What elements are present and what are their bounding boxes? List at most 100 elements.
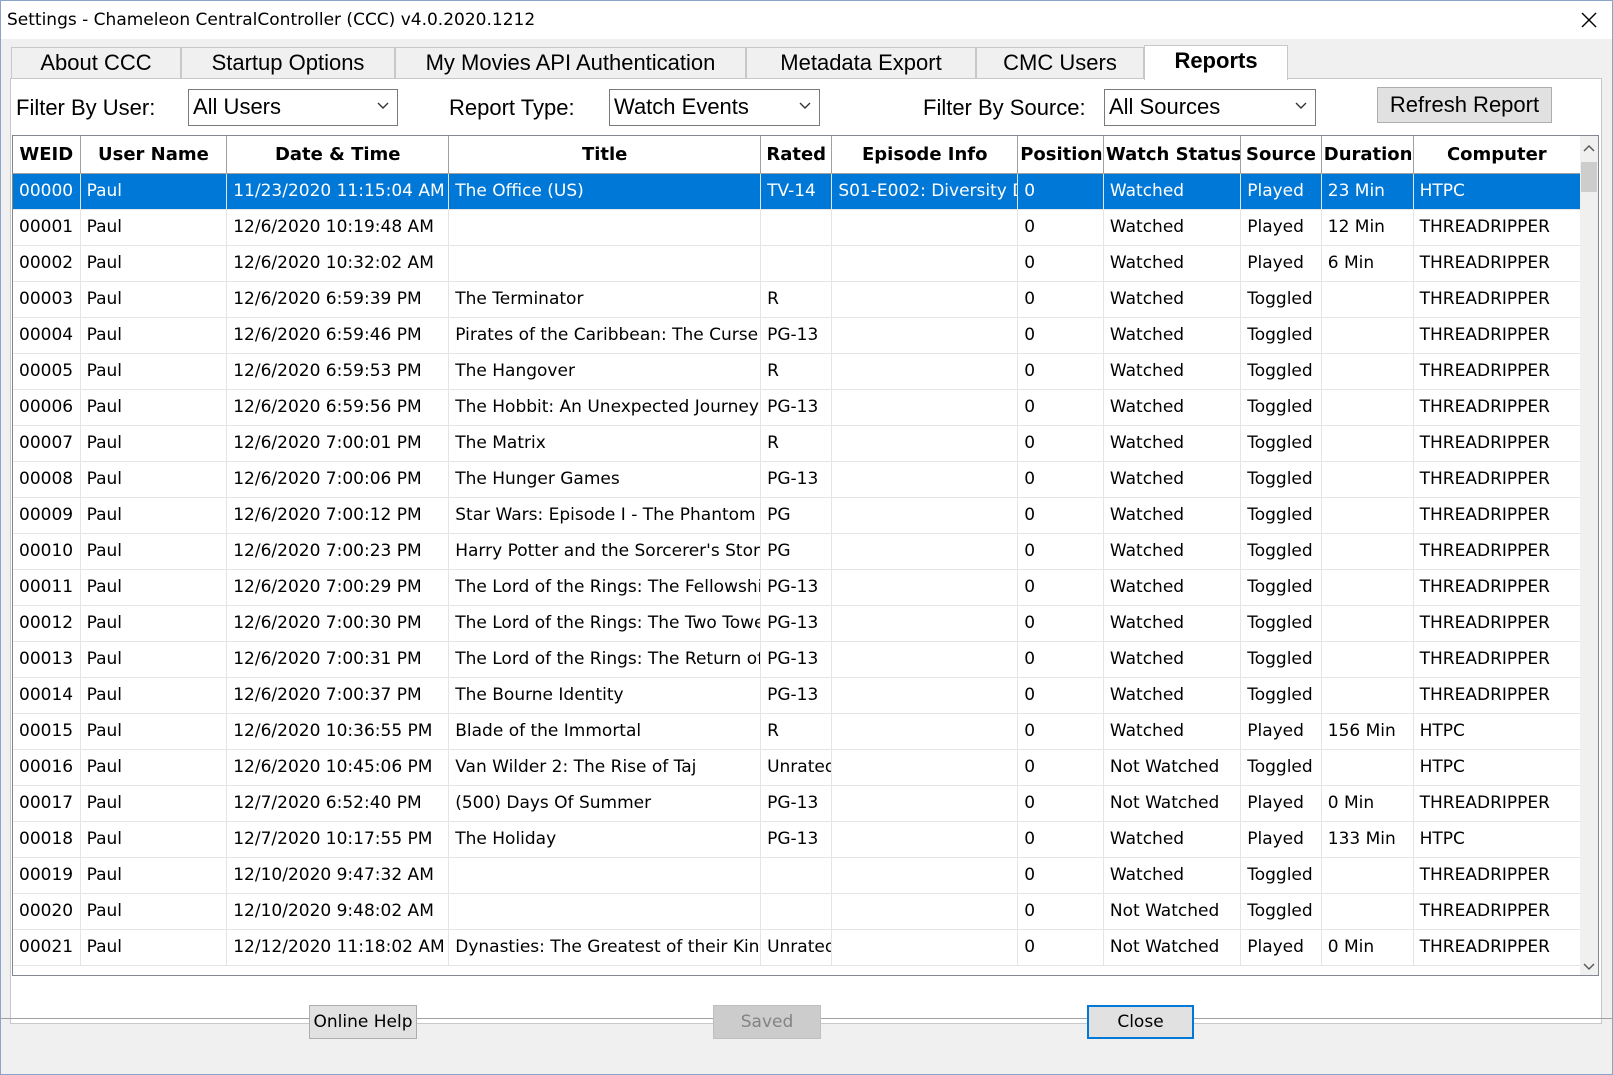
cell-duration [1321, 281, 1414, 318]
cell-episode-info [831, 605, 1019, 642]
table-row[interactable]: 00004 Paul 12/6/2020 6:59:46 PM Pirates of … [13, 317, 1581, 354]
column-header-duration[interactable]: Duration [1321, 136, 1414, 174]
cell-computer: THREADRIPPER [1413, 857, 1581, 894]
cell-user-name: Paul [80, 173, 228, 210]
cell-rated: PG-13 [760, 821, 833, 858]
cell-watch-status: Watched [1103, 461, 1242, 498]
column-header-date-time[interactable]: Date & Time [226, 136, 450, 174]
cell-computer: THREADRIPPER [1413, 929, 1581, 966]
tab-my-movies-api-authentication[interactable]: My Movies API Authentication [395, 47, 746, 79]
cell-user-name: Paul [80, 245, 228, 282]
filter-user-value: All Users [193, 94, 282, 119]
filter-source-select[interactable]: All Sources [1104, 89, 1316, 126]
cell-position: 0 [1017, 713, 1104, 750]
cell-rated: PG-13 [760, 641, 833, 678]
table-row[interactable]: 00016 Paul 12/6/2020 10:45:06 PM Van Wilder… [13, 749, 1581, 786]
cell-source: Toggled [1240, 893, 1322, 930]
cell-rated: PG-13 [760, 461, 833, 498]
report-grid[interactable]: WEID User Name Date & Time Title Rated Episod… [12, 135, 1599, 976]
cell-watch-status: Watched [1103, 281, 1242, 318]
filter-user-select[interactable]: All Users [188, 89, 398, 126]
refresh-report-button[interactable]: Refresh Report [1377, 87, 1552, 123]
column-header-title[interactable]: Title [448, 136, 762, 174]
table-row[interactable]: 00015 Paul 12/6/2020 10:36:55 PM Blade of t… [13, 713, 1581, 750]
cell-weid: 00016 [13, 749, 81, 786]
window-close-button[interactable] [1566, 1, 1612, 39]
close-button[interactable]: Close [1087, 1005, 1194, 1039]
cell-position: 0 [1017, 785, 1104, 822]
cell-watch-status: Watched [1103, 641, 1242, 678]
table-row[interactable]: 00005 Paul 12/6/2020 6:59:53 PM The Hangove… [13, 353, 1581, 390]
table-row[interactable]: 00008 Paul 12/6/2020 7:00:06 PM The Hunger … [13, 461, 1581, 498]
table-row[interactable]: 00020 Paul 12/10/2020 9:48:02 AM 0 Not Watch… [13, 893, 1581, 930]
cell-position: 0 [1017, 497, 1104, 534]
cell-position: 0 [1017, 317, 1104, 354]
table-row[interactable]: 00021 Paul 12/12/2020 11:18:02 AM Dynasties… [13, 929, 1581, 966]
table-row[interactable]: 00009 Paul 12/6/2020 7:00:12 PM Star Wars: … [13, 497, 1581, 534]
table-row[interactable]: 00006 Paul 12/6/2020 6:59:56 PM The Hobbit:… [13, 389, 1581, 426]
column-header-source[interactable]: Source [1240, 136, 1322, 174]
cell-episode-info [831, 389, 1019, 426]
cell-computer: THREADRIPPER [1413, 209, 1581, 246]
tab-cmc-users[interactable]: CMC Users [976, 47, 1144, 79]
cell-duration [1321, 749, 1414, 786]
column-header-user-name[interactable]: User Name [80, 136, 228, 174]
column-header-weid[interactable]: WEID [13, 136, 81, 174]
cell-weid: 00011 [13, 569, 81, 606]
table-row[interactable]: 00003 Paul 12/6/2020 6:59:39 PM The Termina… [13, 281, 1581, 318]
cell-user-name: Paul [80, 641, 228, 678]
cell-computer: HTPC [1413, 749, 1581, 786]
cell-watch-status: Watched [1103, 857, 1242, 894]
cell-date-time: 12/6/2020 7:00:06 PM [226, 461, 450, 498]
cell-episode-info: S01-E002: Diversity D [831, 173, 1019, 210]
cell-position: 0 [1017, 209, 1104, 246]
scroll-up-icon[interactable] [1583, 144, 1595, 152]
column-header-rated[interactable]: Rated [760, 136, 833, 174]
table-row[interactable]: 00014 Paul 12/6/2020 7:00:37 PM The Bourne … [13, 677, 1581, 714]
table-row[interactable]: 00018 Paul 12/7/2020 10:17:55 PM The Holida… [13, 821, 1581, 858]
cell-watch-status: Watched [1103, 389, 1242, 426]
column-header-position[interactable]: Position [1017, 136, 1104, 174]
table-row[interactable]: 00019 Paul 12/10/2020 9:47:32 AM 0 Watched To… [13, 857, 1581, 894]
tab-about-ccc[interactable]: About CCC [11, 47, 181, 79]
scroll-down-icon[interactable] [1583, 963, 1595, 971]
cell-watch-status: Watched [1103, 209, 1242, 246]
online-help-button[interactable]: Online Help [309, 1005, 417, 1039]
cell-source: Toggled [1240, 353, 1322, 390]
table-row[interactable]: 00013 Paul 12/6/2020 7:00:31 PM The Lord of… [13, 641, 1581, 678]
cell-duration [1321, 677, 1414, 714]
table-row[interactable]: 00012 Paul 12/6/2020 7:00:30 PM The Lord of… [13, 605, 1581, 642]
cell-duration [1321, 893, 1414, 930]
cell-watch-status: Watched [1103, 677, 1242, 714]
column-header-computer[interactable]: Computer [1413, 136, 1581, 174]
cell-rated: PG-13 [760, 569, 833, 606]
cell-duration: 0 Min [1321, 785, 1414, 822]
cell-title: (500) Days Of Summer [448, 785, 762, 822]
cell-weid: 00003 [13, 281, 81, 318]
saved-button[interactable]: Saved [713, 1005, 821, 1039]
cell-title [448, 857, 762, 894]
cell-position: 0 [1017, 641, 1104, 678]
report-type-select[interactable]: Watch Events [609, 89, 820, 126]
cell-computer: THREADRIPPER [1413, 677, 1581, 714]
table-row[interactable]: 00002 Paul 12/6/2020 10:32:02 AM 0 Watched Pl… [13, 245, 1581, 282]
table-row[interactable]: 00011 Paul 12/6/2020 7:00:29 PM The Lord of… [13, 569, 1581, 606]
table-row[interactable]: 00010 Paul 12/6/2020 7:00:23 PM Harry Potte… [13, 533, 1581, 570]
chevron-down-icon [377, 102, 389, 109]
report-type-value: Watch Events [614, 94, 749, 119]
cell-user-name: Paul [80, 209, 228, 246]
table-row[interactable]: 00017 Paul 12/7/2020 6:52:40 PM (500) Days … [13, 785, 1581, 822]
tab-metadata-export[interactable]: Metadata Export [746, 47, 976, 79]
vertical-scrollbar[interactable] [1580, 136, 1598, 975]
column-header-watch-status[interactable]: Watch Status [1103, 136, 1242, 174]
tab-reports[interactable]: Reports [1144, 45, 1288, 80]
cell-date-time: 12/6/2020 10:32:02 AM [226, 245, 450, 282]
scrollbar-thumb[interactable] [1581, 162, 1597, 192]
cell-duration: 133 Min [1321, 821, 1414, 858]
tab-startup-options[interactable]: Startup Options [181, 47, 395, 79]
table-row[interactable]: 00001 Paul 12/6/2020 10:19:48 AM 0 Watched Pl… [13, 209, 1581, 246]
table-row[interactable]: 00007 Paul 12/6/2020 7:00:01 PM The Matrix R… [13, 425, 1581, 462]
cell-rated: PG-13 [760, 605, 833, 642]
column-header-episode-info[interactable]: Episode Info [831, 136, 1019, 174]
table-row[interactable]: 00000 Paul 11/23/2020 11:15:04 AM The Offic… [13, 173, 1581, 210]
